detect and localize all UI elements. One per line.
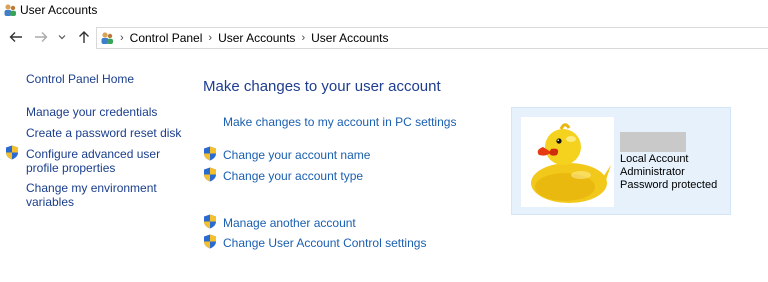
shield-icon: [204, 214, 216, 229]
breadcrumb-separator-icon: ›: [301, 32, 306, 44]
forward-button[interactable]: [32, 28, 50, 46]
page-title: Make changes to your user account: [203, 78, 441, 95]
create-password-reset-disk-link[interactable]: Create a password reset disk: [26, 126, 181, 140]
title-bar: User Accounts: [0, 0, 768, 22]
user-accounts-icon: [4, 4, 16, 16]
breadcrumb-control-panel[interactable]: Control Panel: [130, 31, 203, 45]
breadcrumb-separator-icon: ›: [120, 32, 124, 44]
change-environment-variables-link-line2[interactable]: variables: [26, 195, 74, 209]
change-account-type-link[interactable]: Change your account type: [223, 169, 363, 183]
account-role-label: Administrator: [620, 166, 685, 178]
configure-advanced-profile-link-line2[interactable]: profile properties: [26, 161, 115, 175]
back-button[interactable]: [7, 28, 25, 46]
chevron-down-icon: [58, 35, 66, 40]
configure-advanced-profile-link-line1[interactable]: Configure advanced user: [26, 147, 160, 161]
shield-icon: [6, 145, 18, 160]
control-panel-home-link[interactable]: Control Panel Home: [26, 72, 134, 86]
forward-arrow-icon: [35, 32, 48, 42]
breadcrumb-user-accounts[interactable]: User Accounts: [218, 31, 295, 45]
shield-icon: [204, 146, 216, 161]
avatar[interactable]: [521, 117, 614, 207]
rubber-duck-icon: [531, 123, 611, 203]
breadcrumb[interactable]: › Control Panel › User Accounts › User A…: [96, 27, 768, 49]
back-arrow-icon: [9, 32, 22, 42]
recent-locations-button[interactable]: [56, 28, 68, 46]
up-arrow-icon: [79, 31, 89, 43]
breadcrumb-user-accounts-current[interactable]: User Accounts: [311, 31, 388, 45]
manage-credentials-link[interactable]: Manage your credentials: [26, 105, 157, 119]
account-protection-label: Password protected: [620, 179, 718, 191]
breadcrumb-separator-icon: ›: [208, 32, 213, 44]
address-bar: › Control Panel › User Accounts › User A…: [0, 26, 768, 50]
pc-settings-link[interactable]: Make changes to my account in PC setting…: [223, 115, 456, 129]
account-type-label: Local Account: [620, 153, 689, 165]
account-name-redacted: [620, 132, 686, 152]
window-title: User Accounts: [20, 3, 98, 17]
change-environment-variables-link-line1[interactable]: Change my environment: [26, 181, 157, 195]
shield-icon: [204, 167, 216, 182]
change-account-name-link[interactable]: Change your account name: [223, 148, 370, 162]
shield-icon: [204, 234, 216, 249]
account-card: Local Account Administrator Password pro…: [511, 107, 731, 215]
uac-settings-link[interactable]: Change User Account Control settings: [223, 236, 426, 250]
up-button[interactable]: [75, 28, 93, 46]
user-accounts-icon: [101, 32, 113, 44]
manage-another-account-link[interactable]: Manage another account: [223, 216, 356, 230]
